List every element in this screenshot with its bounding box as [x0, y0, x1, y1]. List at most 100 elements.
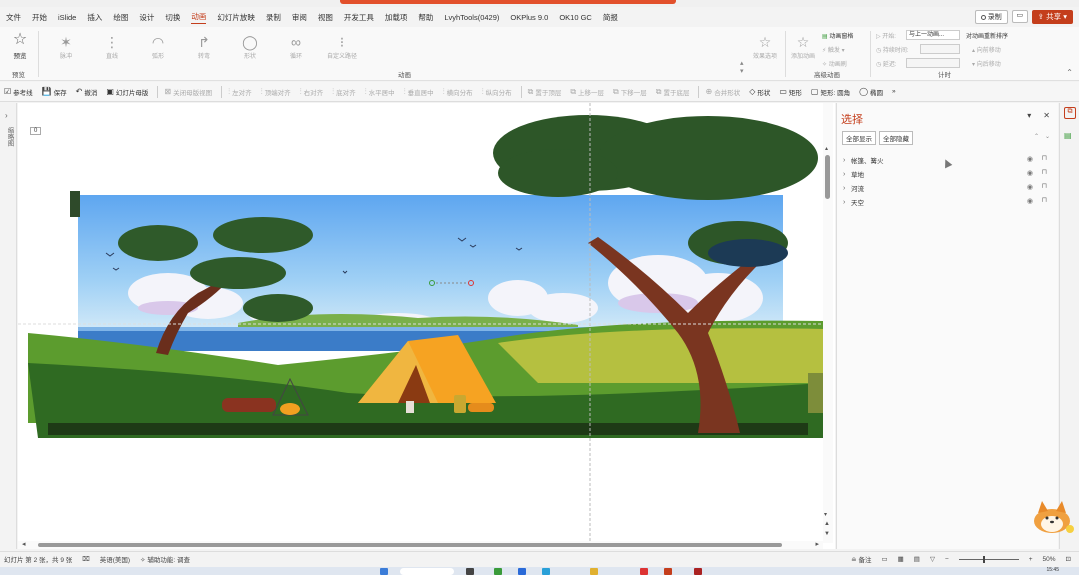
sorter-view-icon[interactable]: ▦: [898, 555, 904, 563]
menu-item[interactable]: 录制: [266, 12, 281, 23]
toolbar-item[interactable]: ◯ 椭圆: [859, 87, 883, 97]
toolbar-item[interactable]: ⫶ 顶端对齐: [261, 87, 291, 97]
slide-canvas[interactable]: 0 ▴ ▾ ▲ ▼ ◂ ▸: [18, 103, 835, 549]
menu-item[interactable]: OKPlus 9.0: [510, 13, 548, 22]
app-icon[interactable]: [694, 568, 702, 575]
lock-icon[interactable]: ⊓: [1042, 154, 1047, 162]
toolbar-item[interactable]: ⫶ 底对齐: [332, 87, 356, 97]
menu-item[interactable]: 视图: [318, 12, 333, 23]
animation-option[interactable]: ⋮ 直线: [94, 33, 130, 60]
accessibility-status[interactable]: ✧ 辅助功能: 调查: [140, 554, 190, 564]
fit-slide-icon[interactable]: ⊡: [1066, 555, 1071, 563]
toolbar-item[interactable]: ⊕ 合并形状: [705, 87, 740, 97]
menu-item[interactable]: 切换: [165, 12, 180, 23]
visibility-eye-icon[interactable]: ◉: [1027, 169, 1033, 177]
selection-item[interactable]: › 草地 ◉ ⊓: [843, 167, 1053, 181]
expand-chevron-icon[interactable]: ›: [843, 157, 851, 164]
lock-icon[interactable]: ⊓: [1042, 196, 1047, 204]
animation-option[interactable]: ◯ 形状: [232, 33, 268, 60]
zoom-out-icon[interactable]: −: [945, 556, 949, 563]
toolbar-item[interactable]: ▭ 矩形: [779, 87, 802, 97]
toolbar-item[interactable]: ⊠ 关闭母版视图: [164, 87, 212, 97]
menu-item[interactable]: 动画: [191, 11, 207, 24]
expand-icon[interactable]: ›: [5, 111, 8, 120]
selection-item-label[interactable]: 帐篷、篝火: [851, 155, 884, 165]
bring-forward-icon[interactable]: ⌃: [1034, 133, 1039, 140]
visibility-eye-icon[interactable]: ◉: [1027, 183, 1033, 191]
duration-input[interactable]: [920, 44, 960, 54]
menu-item[interactable]: 帮助: [418, 12, 433, 23]
record-button[interactable]: 录制: [974, 10, 1008, 24]
zoom-slider[interactable]: [958, 555, 1019, 563]
hide-all-button[interactable]: 全部隐藏: [879, 131, 913, 145]
selection-item[interactable]: › 天空 ◉ ⊓: [843, 195, 1053, 209]
animation-option[interactable]: ∞ 循环: [278, 33, 314, 60]
toolbar-item[interactable]: ⫶ 横向分布: [443, 87, 473, 97]
menu-item[interactable]: 简报: [603, 12, 618, 23]
pane-options-icon[interactable]: ▾: [1027, 111, 1031, 120]
selection-item[interactable]: › 河流 ◉ ⊓: [843, 181, 1053, 195]
collapse-ribbon-icon[interactable]: ⌃: [1066, 68, 1073, 77]
menu-item[interactable]: 文件: [6, 12, 21, 23]
send-backward-icon[interactable]: ⌄: [1045, 133, 1050, 140]
spellcheck-icon[interactable]: ⌧: [82, 555, 90, 563]
vertical-scrollbar[interactable]: ▴ ▾ ▲ ▼: [823, 103, 833, 543]
normal-view-icon[interactable]: ▭: [881, 555, 887, 563]
scroll-thumb[interactable]: [825, 155, 830, 199]
anim-pane-toggle-icon[interactable]: ▤: [1064, 131, 1072, 140]
zoom-in-icon[interactable]: +: [1029, 556, 1033, 563]
toolbar-item[interactable]: ▣ 幻灯片母版: [106, 87, 148, 97]
scroll-right-icon[interactable]: ▸: [815, 540, 819, 548]
thumbnail-pane-collapsed[interactable]: › 缩略图: [0, 103, 17, 549]
toolbar-item[interactable]: 💾 保存: [42, 87, 67, 97]
expand-chevron-icon[interactable]: ›: [843, 185, 851, 192]
app-icon[interactable]: [494, 568, 502, 575]
anim-pane-button[interactable]: ▤ 动画窗格: [822, 31, 853, 40]
toolbar-item[interactable]: ↶ 撤消: [76, 87, 98, 97]
toolbar-item[interactable]: ⫶ 左对齐: [228, 87, 252, 97]
lock-icon[interactable]: ⊓: [1042, 182, 1047, 190]
scroll-left-icon[interactable]: ◂: [22, 540, 26, 548]
animation-option[interactable]: ⁝ 自定义路径: [324, 33, 360, 60]
add-animation-button[interactable]: ☆ 添加动画: [786, 33, 820, 60]
expand-chevron-icon[interactable]: ›: [843, 199, 851, 206]
comment-button[interactable]: ▭: [1011, 10, 1028, 23]
toolbar-item[interactable]: ⫶ 水平居中: [365, 87, 395, 97]
toolbar-item[interactable]: ⫶ 垂直居中: [404, 87, 434, 97]
app-icon[interactable]: [466, 568, 474, 575]
menu-item[interactable]: iSlide: [58, 13, 76, 22]
selection-item-label[interactable]: 天空: [851, 197, 864, 207]
folder-icon[interactable]: [590, 568, 598, 575]
menu-item[interactable]: 开发工具: [344, 12, 374, 23]
toolbar-item[interactable]: ⧉ 下移一层: [613, 87, 647, 97]
toolbar-item[interactable]: ⫶ 纵向分布: [482, 87, 512, 97]
animation-option[interactable]: ✶ 脉冲: [48, 33, 84, 60]
toolbar-item[interactable]: ▢ 矩形: 圆角: [811, 87, 850, 97]
lock-icon[interactable]: ⊓: [1042, 168, 1047, 176]
powerpoint-icon[interactable]: [664, 568, 672, 575]
toolbar-item[interactable]: ◇ 形状: [749, 87, 770, 97]
move-later-button[interactable]: ▾ 向后移动: [972, 59, 1001, 68]
slideshow-icon[interactable]: ▽: [930, 555, 935, 563]
menu-item[interactable]: 开始: [32, 12, 47, 23]
share-button[interactable]: ⇪ 共享 ▾: [1031, 10, 1073, 24]
search-box[interactable]: [400, 568, 454, 575]
language-status[interactable]: 英语(美国): [100, 554, 130, 564]
visibility-eye-icon[interactable]: ◉: [1027, 197, 1033, 205]
show-all-button[interactable]: 全部显示: [842, 131, 876, 145]
app-icon[interactable]: [518, 568, 526, 575]
menu-item[interactable]: OK10 GC: [559, 13, 592, 22]
scroll-down-icon[interactable]: ▾: [824, 511, 827, 518]
slide-illustration[interactable]: [18, 103, 823, 541]
animation-option[interactable]: ◠ 弧形: [140, 33, 176, 60]
selection-pane-toggle-icon[interactable]: ⧉: [1064, 107, 1076, 119]
horizontal-scrollbar[interactable]: ◂ ▸: [18, 541, 823, 549]
trigger-button[interactable]: ⚡ 触发 ▾: [822, 45, 845, 54]
menu-item[interactable]: 审阅: [292, 12, 307, 23]
start-icon[interactable]: [380, 568, 388, 575]
preview-button[interactable]: ☆ 预览: [8, 30, 32, 60]
zoom-knob[interactable]: [982, 555, 985, 563]
notes-button[interactable]: ≘ 备注: [851, 554, 871, 564]
hscroll-thumb[interactable]: [38, 543, 782, 547]
delay-input[interactable]: [906, 58, 960, 68]
